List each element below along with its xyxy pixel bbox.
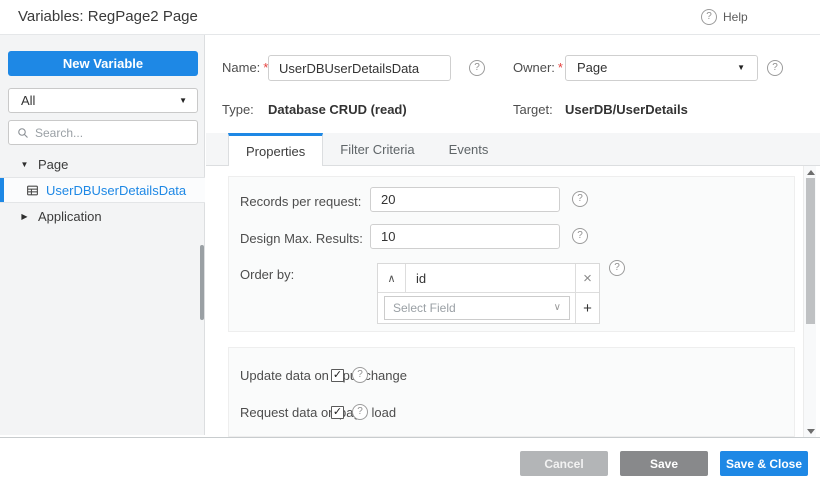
- target-value: UserDB/UserDetails: [565, 97, 688, 122]
- search-icon: [17, 127, 29, 139]
- chevron-down-icon: ∨: [554, 297, 561, 319]
- variable-filter-value: All: [21, 93, 35, 108]
- order-by-field: id: [406, 264, 575, 292]
- sort-ascending-toggle[interactable]: ∧: [378, 264, 406, 292]
- add-order-field-button[interactable]: +: [575, 293, 599, 323]
- detail-tabbar: Properties Filter Criteria Events: [206, 133, 820, 166]
- scrollbar-thumb[interactable]: [806, 178, 815, 324]
- update-data-on-input-change-label: Update data on input change: [240, 366, 407, 386]
- checkmark-icon: ✓: [333, 406, 342, 418]
- plus-icon: +: [583, 300, 592, 317]
- help-icon: ?: [701, 9, 717, 25]
- database-variable-icon: [26, 184, 39, 197]
- tab-filter-criteria[interactable]: Filter Criteria: [323, 133, 431, 165]
- design-max-results-input[interactable]: [370, 224, 560, 249]
- request-data-help-icon[interactable]: ?: [352, 404, 368, 420]
- remove-order-field-button[interactable]: ×: [575, 264, 599, 292]
- cancel-button[interactable]: Cancel: [520, 451, 608, 476]
- target-label: Target:: [513, 97, 553, 122]
- page-title: Variables: RegPage2 Page: [18, 0, 198, 34]
- order-by-help-icon[interactable]: ?: [609, 260, 625, 276]
- order-by-row: ∧ id ×: [378, 264, 599, 292]
- caret-right-icon: ▶: [20, 212, 29, 221]
- select-field-dropdown[interactable]: Select Field ∨: [384, 296, 570, 320]
- type-label: Type:: [222, 97, 254, 122]
- variable-search: [8, 120, 198, 145]
- dialog-header: Variables: RegPage2 Page ? Help: [0, 0, 820, 35]
- checkmark-icon: ✓: [333, 369, 342, 381]
- selection-bar: [0, 178, 4, 202]
- tree-group-application[interactable]: ▶ Application: [0, 203, 205, 229]
- scroll-up-arrow[interactable]: [806, 168, 815, 176]
- scroll-down-arrow[interactable]: [806, 427, 815, 435]
- name-input[interactable]: [268, 55, 451, 81]
- caret-down-icon: ▼: [20, 160, 29, 169]
- tab-events[interactable]: Events: [432, 133, 506, 165]
- owner-help-icon[interactable]: ?: [767, 60, 783, 76]
- chevron-down-icon: ▼: [179, 89, 187, 112]
- type-value: Database CRUD (read): [268, 97, 407, 122]
- order-by-label: Order by:: [240, 265, 294, 285]
- records-per-request-help-icon[interactable]: ?: [572, 191, 588, 207]
- owner-dropdown[interactable]: Page ▼: [565, 55, 758, 81]
- close-icon: ×: [583, 270, 592, 287]
- new-variable-button[interactable]: New Variable: [8, 51, 198, 76]
- variables-tree: ▼ Page UserDBUserDetailsData ▶ Applicat: [0, 151, 205, 229]
- chevron-down-icon: ▼: [737, 56, 745, 80]
- order-by-widget: ∧ id × Select Field ∨ +: [377, 263, 600, 324]
- tab-properties[interactable]: Properties: [228, 133, 323, 166]
- design-max-results-label: Design Max. Results:: [240, 229, 363, 249]
- help-link[interactable]: ? Help: [701, 9, 748, 25]
- owner-label: Owner:*: [513, 55, 563, 80]
- request-data-on-page-load-checkbox[interactable]: ✓: [331, 406, 344, 419]
- required-asterisk: *: [558, 60, 563, 75]
- search-input[interactable]: [35, 126, 189, 140]
- dialog-footer: Cancel Save Save & Close: [0, 437, 820, 486]
- chevron-up-icon: ∧: [387, 272, 395, 285]
- variables-sidebar: New Variable All ▼ ▼ Page: [0, 35, 205, 435]
- records-per-request-label: Records per request:: [240, 192, 361, 212]
- properties-scrollbar[interactable]: [803, 166, 816, 437]
- owner-value: Page: [577, 60, 607, 75]
- sidebar-scrollbar-thumb[interactable]: [200, 245, 204, 320]
- tree-group-page-label: Page: [38, 157, 68, 172]
- select-field-wrap: Select Field ∨: [378, 293, 575, 323]
- tree-item-selected-variable[interactable]: UserDBUserDetailsData: [0, 177, 205, 203]
- tree-group-page[interactable]: ▼ Page: [0, 151, 205, 177]
- variables-dialog: Variables: RegPage2 Page ? Help New Vari…: [0, 0, 820, 486]
- name-help-icon[interactable]: ?: [469, 60, 485, 76]
- help-label: Help: [723, 10, 748, 24]
- data-behavior-panel: [228, 347, 795, 437]
- name-label: Name:*: [222, 55, 268, 80]
- tree-item-variable-label: UserDBUserDetailsData: [46, 183, 186, 198]
- records-per-request-input[interactable]: [370, 187, 560, 212]
- add-order-field-row: Select Field ∨ +: [378, 292, 599, 323]
- save-button[interactable]: Save: [620, 451, 708, 476]
- update-data-help-icon[interactable]: ?: [352, 367, 368, 383]
- select-field-placeholder: Select Field: [393, 301, 456, 315]
- tree-group-application-label: Application: [38, 209, 102, 224]
- update-data-on-input-change-checkbox[interactable]: ✓: [331, 369, 344, 382]
- save-and-close-button[interactable]: Save & Close: [720, 451, 808, 476]
- variable-filter-dropdown[interactable]: All ▼: [8, 88, 198, 113]
- request-data-on-page-load-label: Request data on page load: [240, 403, 396, 423]
- design-max-results-help-icon[interactable]: ?: [572, 228, 588, 244]
